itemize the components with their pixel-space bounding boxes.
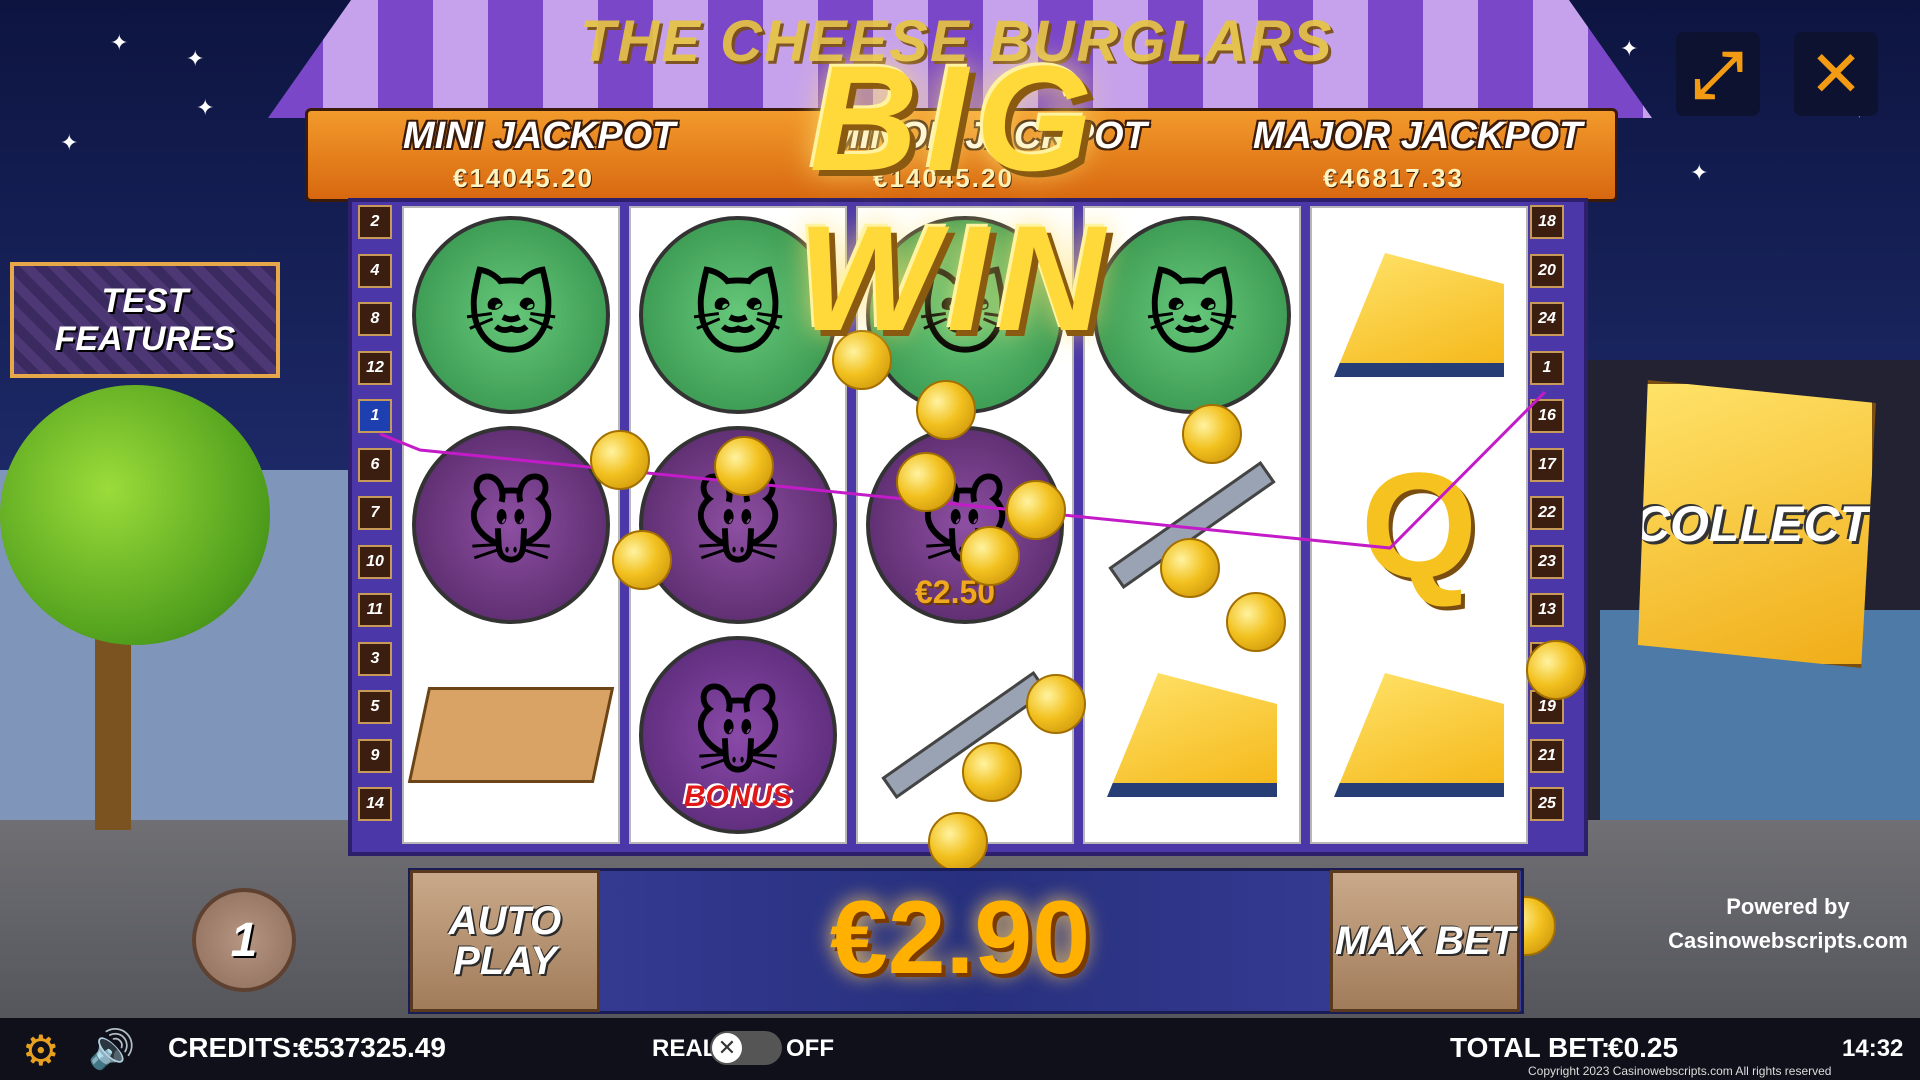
coin-icon [962, 742, 1022, 802]
coin-icon [1226, 592, 1286, 652]
expand-arrows-icon: ⤢ [1692, 37, 1744, 110]
max-bet-button[interactable]: MAX BET [1330, 870, 1520, 1012]
status-bar: ⚙ 🔊 CREDITS: €537325.49 REAL OFF TOTAL B… [0, 1018, 1920, 1080]
coin-icon [1006, 480, 1066, 540]
lines-button[interactable]: 1 [192, 888, 296, 992]
credits-label: CREDITS: [168, 1032, 301, 1063]
coin-icon [612, 530, 672, 590]
speaker-icon[interactable]: 🔊 [88, 1028, 135, 1072]
coin-icon [1160, 538, 1220, 598]
powered-by: Powered by Casinowebscripts.com [1668, 890, 1908, 958]
win-amount-display: €2.90 [829, 879, 1091, 996]
copyright: Copyright 2023 Casinowebscripts.com All … [1528, 1064, 1832, 1078]
coin-icon [896, 452, 956, 512]
coin-icon [714, 436, 774, 496]
clock: 14:32 [1842, 1035, 1904, 1062]
real-mode-toggle[interactable]: ✕ [710, 1031, 782, 1065]
credits-value: €537325.49 [298, 1032, 446, 1063]
big-win-banner: BIG WIN [797, 34, 1113, 362]
coin-icon [928, 812, 988, 872]
coin-icon [1526, 640, 1586, 700]
close-button[interactable]: ✕ [1794, 32, 1878, 116]
coin-icon [916, 380, 976, 440]
powered-by-site: Casinowebscripts.com [1668, 928, 1908, 953]
coin-icon [960, 526, 1020, 586]
coin-icon [590, 430, 650, 490]
powered-by-label: Powered by [1726, 894, 1850, 919]
coin-icon [1182, 404, 1242, 464]
toggle-x-icon: ✕ [712, 1033, 742, 1063]
coin-icon [1026, 674, 1086, 734]
off-label: OFF [786, 1035, 834, 1062]
gear-icon[interactable]: ⚙ [22, 1026, 60, 1075]
auto-play-button[interactable]: AUTO PLAY [410, 870, 600, 1012]
real-label: REAL [652, 1035, 718, 1062]
collect-button[interactable]: COLLECT [1637, 380, 1876, 668]
total-bet-value: €0.25 [1608, 1032, 1679, 1063]
total-bet-label: TOTAL BET: [1450, 1032, 1611, 1063]
test-features-button[interactable]: TEST FEATURES [10, 262, 280, 378]
fullscreen-button[interactable]: ⤢ [1676, 32, 1760, 116]
close-icon: ✕ [1809, 37, 1863, 110]
